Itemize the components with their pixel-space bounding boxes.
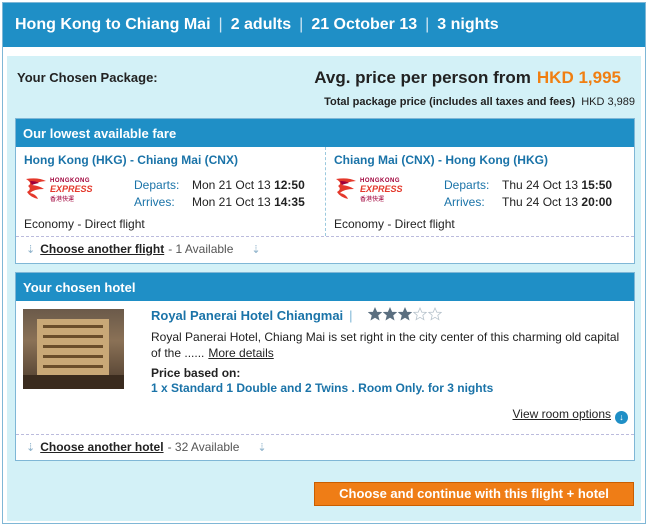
- avg-price-value: HKD 1,995: [536, 68, 621, 87]
- airline-logo-mark-icon: [336, 178, 356, 199]
- flight-availability: - 1 Available: [168, 242, 234, 256]
- airline-logo-mark-icon: [26, 178, 46, 199]
- continue-button[interactable]: Choose and continue with this flight + h…: [314, 482, 634, 506]
- departs-date: Mon 21 Oct 13: [192, 178, 271, 192]
- return-flight: Chiang Mai (CNX) - Hong Kong (HKG) HONGK…: [325, 147, 634, 236]
- view-room-options[interactable]: View room options ↓: [513, 407, 628, 424]
- search-summary-bar: Hong Kong to Chiang Mai | 2 adults | 21 …: [3, 3, 645, 47]
- cabin-class: Economy - Direct flight: [24, 217, 145, 231]
- package-price-row: Your Chosen Package: Avg. price per pers…: [7, 56, 641, 118]
- price-based-on-label: Price based on:: [151, 366, 241, 380]
- flight-times: Departs: Mon 21 Oct 13 12:50 Arrives: Mon …: [134, 177, 305, 211]
- room-selection: 1 x Standard 1 Double and 2 Twins . Room…: [151, 381, 494, 395]
- hotel-star-rating: [368, 307, 442, 321]
- separator: |: [299, 16, 304, 33]
- choose-another-hotel-link[interactable]: Choose another hotel: [40, 440, 163, 454]
- star-filled-icon: [383, 307, 397, 321]
- choose-another-flight-link[interactable]: Choose another flight: [40, 242, 164, 256]
- cabin-class: Economy - Direct flight: [334, 217, 455, 231]
- arrives-label: Arrives:: [134, 195, 175, 209]
- arrives-date: Mon 21 Oct 13: [192, 195, 271, 209]
- departs-label: Departs:: [444, 178, 490, 192]
- more-details-link[interactable]: More details: [208, 346, 273, 360]
- date-summary: 21 October 13: [311, 16, 418, 33]
- hotel-name-link[interactable]: Royal Panerai Hotel Chiangmai: [151, 308, 343, 323]
- hotel-photo[interactable]: [23, 309, 124, 389]
- departs-time: 15:50: [581, 178, 613, 192]
- airline-logo-line3: 香港快運: [360, 197, 385, 203]
- arrow-down-circle-icon[interactable]: ↓: [615, 411, 628, 424]
- down-arrow-icon: ⇣: [26, 243, 36, 256]
- hotel-description: Royal Panerai Hotel, Chiang Mai is set r…: [151, 329, 621, 361]
- down-arrow-icon: ⇣: [257, 441, 267, 454]
- star-empty-icon: [428, 307, 442, 321]
- airline-logo-line2: EXPRESS: [50, 184, 93, 194]
- star-filled-icon: [398, 307, 412, 321]
- choose-flight-row: ⇣ Choose another flight - 1 Available ⇣: [16, 236, 634, 261]
- departs-date: Thu 24 Oct 13: [502, 178, 579, 192]
- hotel-panel: Your chosen hotel Royal Panerai Hotel Ch…: [15, 272, 635, 461]
- airline-logo-line2: EXPRESS: [360, 184, 403, 194]
- total-price-value: HKD 3,989: [581, 96, 635, 108]
- fare-panel: Our lowest available fare Hong Kong (HKG…: [15, 118, 635, 264]
- down-arrow-icon: ⇣: [26, 441, 36, 454]
- arrives-label: Arrives:: [444, 195, 485, 209]
- star-filled-icon: [368, 307, 382, 321]
- choose-hotel-row: ⇣ Choose another hotel - 32 Available ⇣: [16, 434, 634, 459]
- arrives-time: 14:35: [274, 195, 305, 209]
- flight-route: Chiang Mai (CNX) - Hong Kong (HKG): [334, 153, 548, 167]
- flight-times: Departs: Thu 24 Oct 13 15:50 Arrives: Thu …: [444, 177, 612, 211]
- route-summary: Hong Kong to Chiang Mai: [15, 16, 211, 33]
- chosen-package-label: Your Chosen Package:: [17, 70, 158, 85]
- departs-label: Departs:: [134, 178, 180, 192]
- airline-logo-line3: 香港快運: [50, 197, 75, 203]
- arrives-time: 20:00: [581, 195, 613, 209]
- departs-time: 12:50: [274, 178, 305, 192]
- nights-summary: 3 nights: [437, 16, 499, 33]
- airline-logo: HONGKONG EXPRESS 香港快運: [334, 175, 416, 203]
- separator: |: [425, 16, 430, 33]
- arrives-date: Thu 24 Oct 13: [502, 195, 579, 209]
- package-content: Your Chosen Package: Avg. price per pers…: [7, 56, 641, 521]
- view-room-options-link[interactable]: View room options: [513, 407, 612, 421]
- down-arrow-icon: ⇣: [251, 243, 261, 256]
- avg-price-label: Avg. price per person from: [314, 68, 531, 87]
- flight-list: Hong Kong (HKG) - Chiang Mai (CNX) HONGK…: [16, 147, 634, 236]
- outbound-flight: Hong Kong (HKG) - Chiang Mai (CNX) HONGK…: [16, 147, 325, 236]
- travellers-summary: 2 adults: [230, 16, 292, 33]
- fare-panel-title: Our lowest available fare: [16, 119, 634, 147]
- total-price-label: Total package price (includes all taxes …: [324, 96, 576, 108]
- hotel-name-row: Royal Panerai Hotel Chiangmai |: [151, 308, 353, 323]
- separator: |: [218, 16, 223, 33]
- star-empty-icon: [413, 307, 427, 321]
- hotel-details: Royal Panerai Hotel Chiangmai | Royal Pan…: [16, 301, 634, 434]
- total-price: Total package price (includes all taxes …: [324, 96, 635, 108]
- hotel-availability: - 32 Available: [167, 440, 240, 454]
- flight-route: Hong Kong (HKG) - Chiang Mai (CNX): [24, 153, 238, 167]
- hotel-panel-title: Your chosen hotel: [16, 273, 634, 301]
- avg-price: Avg. price per person from HKD 1,995: [314, 68, 621, 88]
- airline-logo: HONGKONG EXPRESS 香港快運: [24, 175, 106, 203]
- booking-summary-frame: Hong Kong to Chiang Mai | 2 adults | 21 …: [2, 2, 646, 524]
